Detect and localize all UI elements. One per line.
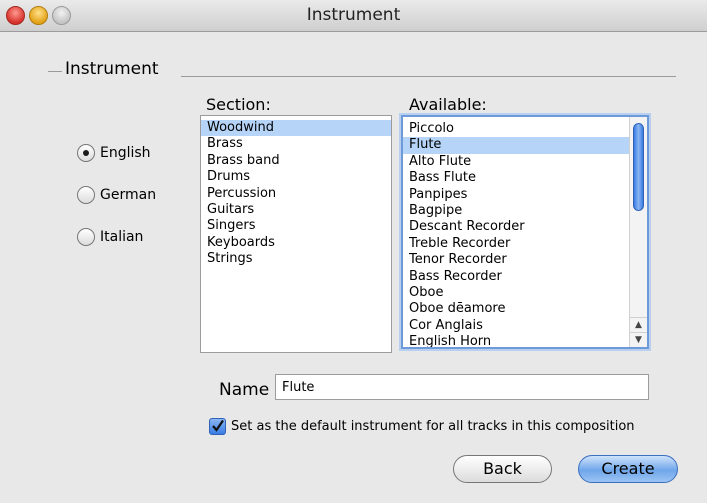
section-list-item[interactable]: Woodwind	[201, 120, 391, 137]
available-list-item[interactable]: Bagpipe	[403, 203, 647, 219]
available-scrollbar[interactable]: ▲ ▼	[629, 117, 647, 347]
create-button[interactable]: Create	[578, 455, 678, 483]
section-list-item[interactable]: Brass band	[201, 153, 391, 169]
section-label: Section:	[206, 95, 271, 114]
checkbox[interactable]	[209, 418, 226, 435]
available-list-item[interactable]: Tenor Recorder	[403, 252, 647, 268]
available-list-item[interactable]: Panpipes	[403, 187, 647, 203]
available-list-item[interactable]: English Horn	[403, 334, 647, 347]
name-label: Name	[219, 380, 270, 400]
back-button[interactable]: Back	[453, 455, 552, 483]
radio-unselected-icon[interactable]	[77, 228, 95, 246]
checkmark-icon	[212, 419, 224, 432]
radio-italian[interactable]: Italian	[77, 228, 143, 246]
fieldset-divider-left	[48, 71, 62, 72]
section-list-item[interactable]: Singers	[201, 218, 391, 234]
default-instrument-label: Set as the default instrument for all tr…	[231, 419, 635, 434]
arrow-up-icon[interactable]: ▲	[630, 317, 647, 332]
available-list-item[interactable]: Cor Anglais	[403, 318, 647, 334]
section-list-item[interactable]: Strings	[201, 251, 391, 267]
window-title: Instrument	[306, 5, 401, 25]
available-list-item[interactable]: Bass Recorder	[403, 269, 647, 285]
radio-german[interactable]: German	[77, 186, 156, 204]
section-list-item[interactable]: Keyboards	[201, 235, 391, 251]
available-list-item[interactable]: Alto Flute	[403, 154, 647, 170]
fieldset-title: Instrument	[65, 59, 159, 79]
radio-unselected-icon[interactable]	[77, 186, 95, 204]
available-list-item[interactable]: Bass Flute	[403, 170, 647, 186]
section-list-item[interactable]: Brass	[201, 136, 391, 152]
available-list-item[interactable]: Flute	[403, 137, 647, 154]
section-list-item[interactable]: Percussion	[201, 186, 391, 202]
section-list-item[interactable]: Drums	[201, 169, 391, 185]
available-list-item[interactable]: Descant Recorder	[403, 219, 647, 235]
available-label: Available:	[409, 95, 487, 114]
arrow-down-icon[interactable]: ▼	[630, 332, 647, 347]
default-instrument-checkbox-row[interactable]: Set as the default instrument for all tr…	[209, 418, 635, 435]
fieldset-divider-right	[181, 76, 676, 77]
available-list-item[interactable]: Treble Recorder	[403, 236, 647, 252]
radio-selected-icon[interactable]	[77, 144, 95, 162]
radio-label-german: German	[100, 187, 157, 203]
radio-label-english: English	[100, 145, 151, 161]
available-list[interactable]: Piccolo Flute Alto Flute Bass Flute Panpipes…	[401, 115, 649, 349]
section-list-item[interactable]: Guitars	[201, 202, 391, 218]
scroll-thumb[interactable]	[633, 123, 644, 211]
section-list[interactable]: Woodwind Brass Brass band Drums Percussion Gu…	[200, 115, 392, 353]
available-list-item[interactable]: Oboe dēamore	[403, 301, 647, 317]
name-input[interactable]	[275, 374, 649, 400]
title-bar: Instrument	[0, 0, 707, 32]
available-list-item[interactable]: Piccolo	[403, 121, 647, 137]
radio-label-italian: Italian	[100, 229, 144, 245]
available-list-item[interactable]: Oboe	[403, 285, 647, 301]
radio-english[interactable]: English	[77, 144, 151, 162]
